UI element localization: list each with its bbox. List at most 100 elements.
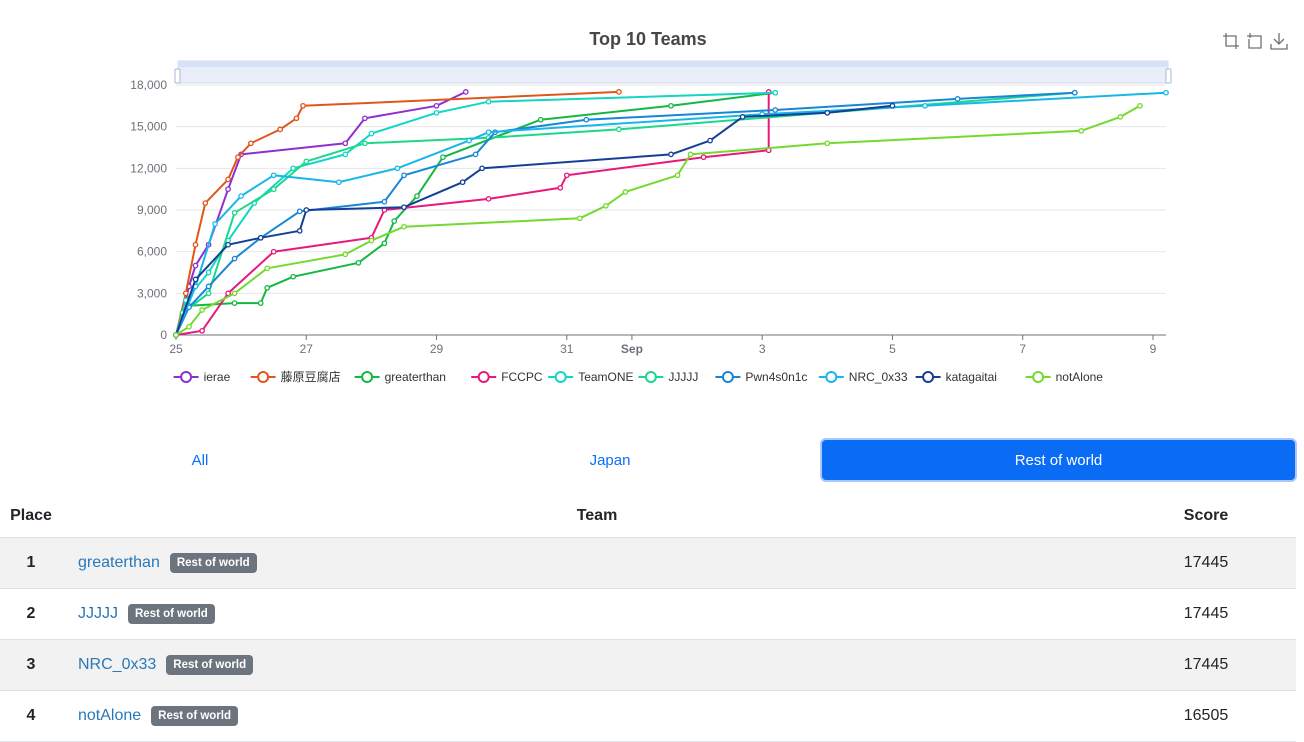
zoom-handle-left[interactable]	[174, 68, 181, 84]
legend-label: TeamONE	[578, 370, 633, 384]
legend-item[interactable]: ierae	[173, 370, 231, 384]
data-point	[264, 284, 271, 291]
data-point	[355, 259, 362, 266]
series-6	[173, 89, 1078, 338]
data-point	[192, 241, 199, 248]
data-point	[368, 130, 375, 137]
data-point	[277, 126, 284, 133]
data-point	[954, 96, 961, 102]
team-link[interactable]: JJJJJ	[78, 605, 118, 623]
data-point	[674, 172, 681, 179]
team-link[interactable]: NRC_0x33	[78, 656, 156, 674]
data-point	[433, 102, 440, 109]
data-point	[225, 176, 231, 183]
legend-item[interactable]: katagaitai	[915, 370, 997, 384]
table-header: Place Team Score	[0, 494, 1296, 538]
data-point	[212, 221, 218, 227]
legend-marker	[721, 371, 734, 383]
data-point	[235, 154, 241, 161]
legend-item[interactable]: TeamONE	[548, 370, 634, 384]
tab-rest-of-world[interactable]: Rest of world	[820, 438, 1297, 482]
data-point	[668, 102, 674, 109]
header-place: Place	[10, 506, 52, 524]
data-point	[205, 290, 212, 297]
data-point	[1163, 89, 1169, 96]
data-point	[303, 158, 310, 165]
x-tick-label: 7	[1019, 342, 1026, 356]
legend-label: 藤原豆腐店	[281, 369, 341, 384]
data-point	[342, 140, 349, 147]
chart-title: Top 10 Teams	[589, 29, 706, 49]
data-point	[173, 332, 179, 338]
tab-japan[interactable]: Japan	[410, 438, 810, 482]
data-point	[1117, 114, 1124, 120]
y-tick-label: 0	[160, 328, 167, 342]
data-point	[270, 248, 277, 255]
data-point	[466, 137, 472, 144]
team-link[interactable]: greaterthan	[78, 554, 160, 572]
data-point	[707, 137, 713, 144]
x-tick-label: 31	[560, 342, 574, 356]
data-point	[192, 262, 199, 269]
row-score: 16505	[1183, 707, 1229, 724]
legend-marker	[644, 371, 657, 383]
data-point	[1078, 127, 1085, 134]
legend-item[interactable]: FCCPC	[471, 370, 543, 384]
data-point	[225, 241, 231, 248]
data-point	[824, 109, 831, 116]
x-tick-label: Sep	[621, 342, 643, 356]
data-point	[557, 184, 564, 191]
data-point	[300, 102, 306, 109]
series-5	[173, 89, 1078, 338]
series-7	[173, 89, 1169, 338]
x-tick-label: 25	[169, 342, 183, 356]
data-point	[205, 283, 212, 290]
zoom-slider[interactable]	[174, 60, 1172, 84]
y-tick-label: 12,000	[130, 161, 167, 175]
data-point	[303, 207, 310, 213]
data-point	[391, 218, 398, 224]
data-point	[199, 327, 205, 334]
data-point	[296, 208, 303, 215]
data-point	[563, 172, 570, 179]
legend-item[interactable]: notAlone	[1025, 370, 1104, 384]
restore-icon[interactable]	[1246, 32, 1264, 50]
team-link[interactable]: notAlone	[78, 707, 141, 725]
data-point	[922, 102, 928, 109]
legend-marker	[554, 371, 567, 383]
legend-marker	[257, 371, 270, 383]
x-tick-label: 9	[1150, 342, 1157, 356]
zoom-handle-right[interactable]	[1165, 68, 1172, 84]
data-point	[342, 151, 349, 158]
data-point	[231, 300, 238, 306]
legend-item[interactable]: NRC_0x33	[818, 370, 908, 384]
header-team: Team	[576, 506, 618, 524]
data-point	[225, 186, 231, 193]
legend-item[interactable]: greaterthan	[354, 370, 446, 384]
data-point	[772, 89, 779, 96]
tab-all[interactable]: All	[0, 438, 400, 482]
data-point	[1071, 89, 1078, 96]
data-point	[414, 193, 420, 199]
y-tick-label: 3,000	[137, 286, 167, 300]
row-place: 3	[26, 656, 36, 673]
data-point	[335, 179, 342, 186]
data-point	[182, 290, 189, 297]
zoom-icon[interactable]	[1222, 32, 1240, 50]
data-point	[290, 273, 297, 280]
download-icon[interactable]	[1270, 32, 1288, 50]
data-point	[231, 290, 238, 297]
series-line	[175, 104, 1141, 336]
data-point	[381, 198, 388, 205]
legend-marker	[825, 371, 838, 383]
data-point	[199, 307, 205, 313]
data-point	[472, 151, 479, 158]
data-point	[362, 115, 368, 122]
legend-item[interactable]: 藤原豆腐店	[250, 369, 341, 384]
y-tick-label: 15,000	[130, 120, 167, 134]
data-point	[362, 140, 368, 147]
data-point	[739, 114, 746, 120]
legend-item[interactable]: JJJJJ	[638, 370, 698, 384]
table-row: 4 notAlone Rest of world 16505	[0, 691, 1296, 742]
legend-item[interactable]: Pwn4s0n1c	[715, 370, 807, 384]
